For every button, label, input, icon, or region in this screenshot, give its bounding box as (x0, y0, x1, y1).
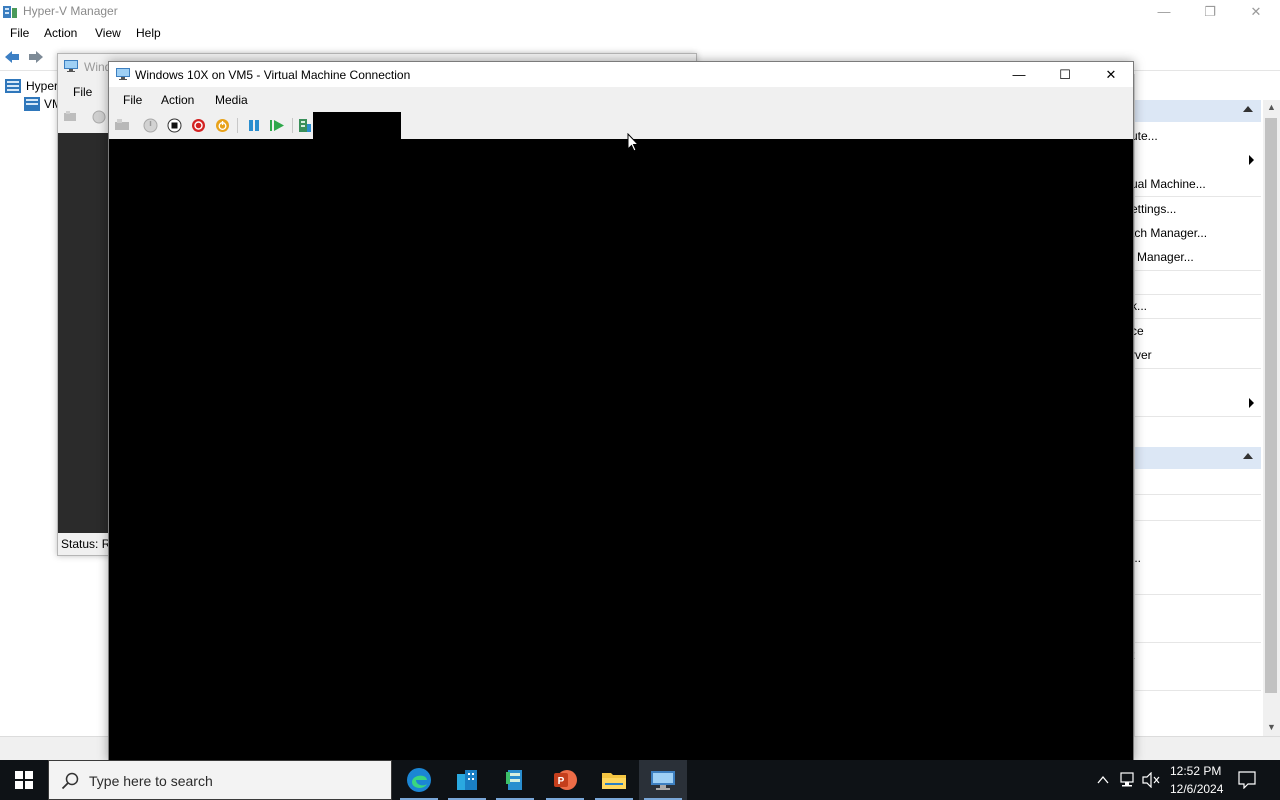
server-node-icon (24, 97, 40, 111)
shut-down-icon[interactable] (191, 118, 206, 133)
hyperv-titlebar[interactable]: Hyper-V Manager — ❐ ✕ (0, 0, 1280, 23)
resume-icon[interactable] (269, 118, 285, 133)
back-arrow-icon[interactable] (4, 50, 20, 64)
separator (1135, 690, 1261, 691)
hyperv-menubar: File Action View Help (0, 23, 1280, 44)
notification-icon[interactable] (1238, 771, 1256, 789)
action-item[interactable]: ettings... (1131, 202, 1176, 216)
scrollbar-thumb[interactable] (1265, 118, 1277, 693)
actions-scrollbar[interactable]: ▲ ▼ (1263, 100, 1280, 736)
hyperv-app-icon (3, 6, 17, 18)
mouse-cursor-icon (627, 133, 639, 152)
action-item[interactable]: ute... (1131, 129, 1158, 143)
taskbar-powerpoint-button[interactable]: P (541, 760, 589, 800)
collapse-up-icon[interactable] (1243, 453, 1253, 459)
ctrl-alt-del-icon[interactable] (114, 118, 130, 132)
tree-item-root[interactable]: Hyper (26, 79, 58, 93)
save-state-icon[interactable] (215, 118, 230, 133)
separator (1135, 270, 1261, 271)
hyperv-menu-file[interactable]: File (10, 26, 29, 40)
taskbar-search-box[interactable]: Type here to search (48, 760, 392, 800)
vm-window-title: Windows 10X on VM5 - Virtual Machine Con… (135, 68, 411, 82)
hyperv-minimize-button[interactable]: — (1141, 0, 1187, 23)
collapse-up-icon[interactable] (1243, 106, 1253, 112)
actions-header-vm[interactable] (1135, 447, 1261, 469)
hyperv-app-icon (506, 770, 522, 790)
vm-maximize-button[interactable]: ☐ (1042, 62, 1088, 87)
separator (1135, 196, 1261, 197)
start-button[interactable] (0, 760, 48, 800)
action-item[interactable]: ual Machine... (1131, 177, 1206, 191)
turn-off-icon[interactable] (167, 118, 182, 133)
separator (237, 118, 238, 133)
vm-connection-window[interactable]: Windows 10X on VM5 - Virtual Machine Con… (108, 61, 1134, 761)
separator (1135, 520, 1261, 521)
actions-header-host[interactable] (1135, 100, 1261, 122)
ctrl-alt-del-icon[interactable] (63, 110, 77, 122)
submenu-arrow-icon[interactable] (1249, 398, 1254, 408)
clock-date[interactable]: 12/6/2024 (1170, 782, 1223, 796)
scroll-up-icon[interactable]: ▲ (1267, 102, 1276, 112)
vm-monitor-icon (64, 60, 78, 72)
separator (1135, 594, 1261, 595)
separator (1135, 494, 1261, 495)
actions-pane: ute... ual Machine... ettings... tch Man… (1131, 74, 1280, 736)
taskbar-hyperv-button[interactable] (491, 760, 539, 800)
hyperv-node-icon (5, 79, 21, 93)
vm-minimize-button[interactable]: — (996, 62, 1042, 87)
hyperv-menu-view[interactable]: View (95, 26, 121, 40)
action-item[interactable]: rver (1131, 348, 1152, 362)
chevron-up-icon[interactable] (1097, 774, 1109, 786)
background-vm-status: Status: R (61, 537, 111, 551)
search-icon (61, 772, 79, 790)
taskbar-edge-button[interactable] (395, 760, 443, 800)
background-vm-menu-file[interactable]: File (73, 85, 92, 99)
taskbar-vm-connection-button[interactable] (639, 760, 687, 800)
taskbar: Type here to search P 12:52 PM 12/6/2024 (0, 760, 1280, 800)
hyperv-menu-help[interactable]: Help (136, 26, 161, 40)
vm-titlebar[interactable]: Windows 10X on VM5 - Virtual Machine Con… (109, 62, 1133, 87)
vm-monitor-icon (651, 771, 675, 790)
separator (1135, 642, 1261, 643)
taskbar-file-explorer-button[interactable] (590, 760, 638, 800)
checkpoint-icon[interactable] (298, 118, 312, 133)
folder-icon (602, 773, 626, 789)
start-icon[interactable] (92, 110, 106, 124)
taskbar-app-button[interactable] (443, 760, 491, 800)
clock-time[interactable]: 12:52 PM (1170, 764, 1221, 778)
windows-logo-icon (15, 771, 33, 789)
building-app-icon (457, 770, 477, 790)
search-placeholder: Type here to search (89, 773, 213, 789)
hyperv-restore-button[interactable]: ❐ (1187, 0, 1233, 23)
vm-display-screen[interactable] (109, 139, 1133, 760)
hyperv-close-button[interactable]: ✕ (1233, 0, 1279, 23)
separator (1135, 294, 1261, 295)
action-item[interactable]: tch Manager... (1131, 226, 1207, 240)
svg-text:P: P (558, 776, 565, 787)
vm-menubar: File Action Media (109, 87, 1133, 113)
action-item[interactable]: l Manager... (1131, 250, 1194, 264)
hyperv-menu-action[interactable]: Action (44, 26, 77, 40)
separator (292, 118, 293, 133)
vm-close-button[interactable]: ✕ (1088, 62, 1134, 87)
volume-muted-icon[interactable] (1142, 772, 1160, 788)
edge-icon (407, 768, 431, 792)
redacted-region (313, 112, 401, 140)
scroll-down-icon[interactable]: ▼ (1267, 722, 1276, 732)
vm-monitor-icon (116, 68, 130, 80)
powerpoint-icon: P (554, 770, 577, 790)
vm-menu-action[interactable]: Action (161, 93, 194, 107)
submenu-arrow-icon[interactable] (1249, 155, 1254, 165)
vm-menu-file[interactable]: File (123, 93, 142, 107)
pause-icon[interactable] (247, 118, 261, 133)
separator (1135, 416, 1261, 417)
vm-menu-media[interactable]: Media (215, 93, 248, 107)
separator (1135, 368, 1261, 369)
hyperv-window-title: Hyper-V Manager (23, 4, 118, 18)
start-icon[interactable] (143, 118, 158, 133)
network-icon[interactable] (1118, 772, 1136, 788)
forward-arrow-icon[interactable] (28, 50, 44, 64)
separator (1135, 318, 1261, 319)
